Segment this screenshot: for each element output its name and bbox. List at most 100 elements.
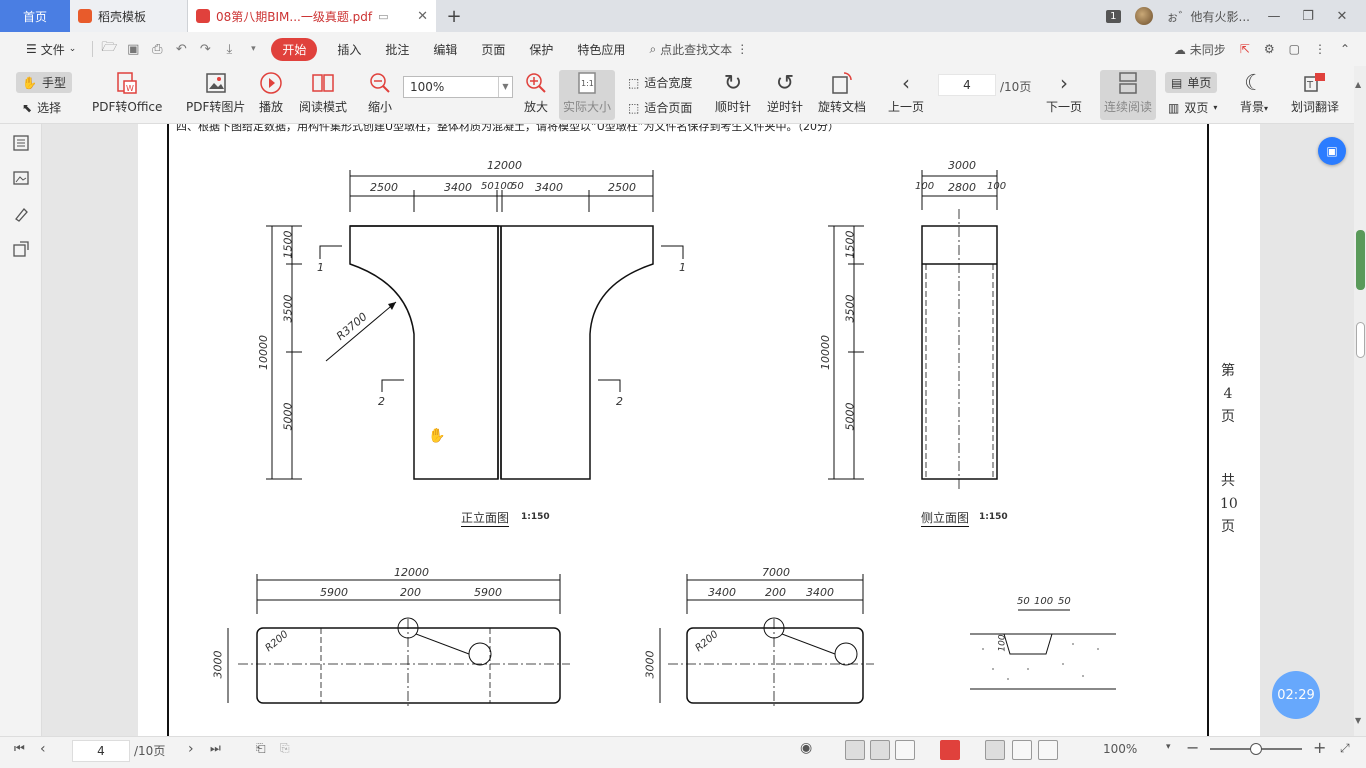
read-mode-button[interactable]: 阅读模式 [299, 70, 347, 115]
open-folder-icon[interactable]: 🗁 [97, 38, 121, 60]
side-dim-total: 3000 [948, 159, 976, 172]
fit-width-button[interactable]: ⬚ 适合宽度 [628, 74, 692, 91]
sync-status[interactable]: ☁ 未同步 [1174, 41, 1226, 58]
zoom-dropdown-icon[interactable]: ▾ [1166, 742, 1171, 752]
scroll-down-icon[interactable]: ▼ [1355, 716, 1361, 725]
more-quick-icon[interactable]: ▾ [241, 44, 265, 54]
rotate-clockwise-button[interactable]: ↻ 顺时针 [715, 70, 751, 115]
menu-start[interactable]: 开始 [271, 37, 318, 61]
share-icon[interactable]: ⇱ [1240, 42, 1250, 56]
outline-icon[interactable] [12, 134, 30, 152]
fit-width-status-icon[interactable] [1038, 740, 1058, 760]
zoom-out-button[interactable]: 缩小 [367, 70, 393, 115]
avatar[interactable] [1134, 7, 1153, 25]
menu-insert[interactable]: 插入 [325, 41, 373, 58]
chevron-down-icon: ▾ [1264, 104, 1269, 113]
export-page-icon[interactable] [12, 240, 30, 258]
actual-size-status-icon[interactable] [985, 740, 1005, 760]
find-text-search[interactable]: ⌕ 点此查找文本 ⋮ [637, 41, 760, 58]
recording-timer[interactable]: 02:29 [1272, 671, 1320, 719]
menu-edit[interactable]: 编辑 [421, 41, 469, 58]
continuous-view-icon[interactable] [845, 740, 865, 760]
file-menu[interactable]: ☰ 文件 ⌄ [14, 41, 88, 58]
zoom-slider[interactable] [1210, 743, 1302, 755]
single-page-button[interactable]: ▤ 单页 [1165, 72, 1218, 93]
status-page-input[interactable]: 4 [72, 740, 130, 762]
menu-special[interactable]: 特色应用 [565, 41, 637, 58]
pdf-to-image-button[interactable]: PDF转图片 [186, 70, 245, 115]
back-icon[interactable]: ⎗ [256, 741, 266, 756]
user-name[interactable]: ぉ゛他有火影... [1167, 8, 1250, 25]
next-page-icon[interactable]: › [188, 741, 194, 757]
actual-size-button[interactable]: 1:1 实际大小 [559, 70, 616, 120]
eye-protect-icon[interactable]: ◉ [800, 740, 812, 756]
last-page-icon[interactable]: ⏭ [210, 741, 221, 756]
floating-tool-button[interactable]: ▣ [1318, 137, 1346, 165]
double-page-button[interactable]: ▥ 双页 ▾ [1168, 99, 1217, 116]
menu-page[interactable]: 页面 [469, 41, 517, 58]
menu-protect[interactable]: 保护 [517, 41, 565, 58]
prev-page-icon[interactable]: ‹ [40, 741, 46, 757]
fit-page-status-icon[interactable] [1012, 740, 1032, 760]
zoom-slider-knob[interactable] [1250, 743, 1262, 755]
zoom-out-icon [367, 70, 393, 96]
double-view-icon[interactable] [895, 740, 915, 760]
close-window-icon[interactable]: ✕ [1332, 9, 1352, 24]
play-mode-icon[interactable] [940, 740, 960, 760]
play-button[interactable]: 播放 [258, 70, 284, 115]
forward-icon[interactable]: ⎘ [280, 741, 290, 756]
fullscreen-icon[interactable]: ⤢ [1340, 741, 1350, 756]
tab-home[interactable]: 首页 [0, 0, 70, 32]
single-view-icon[interactable] [870, 740, 890, 760]
pdf-to-office-button[interactable]: W PDF转Office [92, 70, 162, 115]
first-page-icon[interactable]: ⏮ [14, 741, 25, 756]
chevron-down-icon: ⌄ [68, 44, 77, 54]
tab-daoke-template[interactable]: 稻壳模板 [70, 0, 188, 32]
front-view-title-text: 正立面图 [461, 511, 510, 525]
zoom-minus-icon[interactable]: − [1186, 738, 1199, 757]
window-count-badge[interactable]: 1 [1106, 9, 1121, 23]
front-vdim-2: 3500 [281, 294, 295, 323]
tab-pin-icon[interactable]: ▭ [378, 10, 388, 23]
tab-close-icon[interactable]: ✕ [417, 9, 428, 24]
comment-icon[interactable]: ▢ [1289, 42, 1300, 56]
continuous-read-button[interactable]: 连续阅读 [1100, 70, 1157, 120]
translate-button[interactable]: T 划词翻译 [1291, 70, 1339, 115]
scroll-up-icon[interactable]: ▲ [1355, 80, 1361, 89]
save-icon[interactable]: ▣ [121, 42, 145, 57]
zoom-in-button[interactable]: 放大 [523, 70, 549, 115]
title-bar: 首页 稻壳模板 08第八期BIM...一级真题.pdf ▭ ✕ + 1 ぉ゛他有… [0, 0, 1366, 32]
rotate-document-button[interactable]: 旋转文档 [818, 70, 866, 115]
tab-pdf-document[interactable]: 08第八期BIM...一级真题.pdf ▭ ✕ [188, 0, 436, 32]
menu-comment[interactable]: 批注 [373, 41, 421, 58]
prev-page-button[interactable]: ‹ 上一页 [888, 70, 924, 115]
sign-icon[interactable] [12, 205, 30, 223]
new-tab-button[interactable]: + [436, 0, 472, 32]
vertical-scrollbar[interactable]: ▲ ▼ [1354, 66, 1366, 736]
thumbnail-icon[interactable] [12, 169, 30, 187]
page-number-input[interactable]: 4 [938, 74, 996, 96]
document-viewport[interactable]: 四、根据下图给定数据，用构件集形式创建U型墩柱，整体材质为混凝土，请将模型以“U… [42, 124, 1354, 736]
gear-icon[interactable]: ⚙ [1264, 42, 1275, 56]
rotate-counterclockwise-button[interactable]: ↺ 逆时针 [767, 70, 803, 115]
status-zoom-value[interactable]: 100% [1103, 742, 1137, 756]
collapse-ribbon-icon[interactable]: ⌃ [1340, 42, 1350, 56]
next-page-button[interactable]: › 下一页 [1046, 70, 1082, 115]
restore-icon[interactable]: ❐ [1298, 9, 1318, 24]
scroll-thumb[interactable] [1356, 322, 1365, 358]
hand-tool-button[interactable]: ✋ 手型 [16, 72, 72, 93]
background-button[interactable]: ☾ 背景▾ [1240, 70, 1268, 115]
side-vdim-2: 3500 [843, 294, 857, 323]
more-vertical-icon[interactable]: ⋮ [1314, 42, 1326, 56]
export-icon[interactable]: ⤓ [217, 42, 241, 57]
redo-icon[interactable]: ↷ [193, 42, 217, 57]
fit-page-button[interactable]: ⬚ 适合页面 [628, 99, 692, 116]
chevron-right-icon: › [1060, 71, 1068, 95]
minimize-icon[interactable]: — [1264, 9, 1284, 24]
select-tool-button[interactable]: ⬉ 选择 [22, 99, 61, 116]
front-dim-seg-3: 50 [481, 181, 494, 192]
print-icon[interactable]: ⎙ [145, 42, 169, 57]
zoom-plus-icon[interactable]: + [1313, 738, 1326, 757]
undo-icon[interactable]: ↶ [169, 42, 193, 57]
zoom-select[interactable]: 100% ▼ [403, 76, 513, 98]
